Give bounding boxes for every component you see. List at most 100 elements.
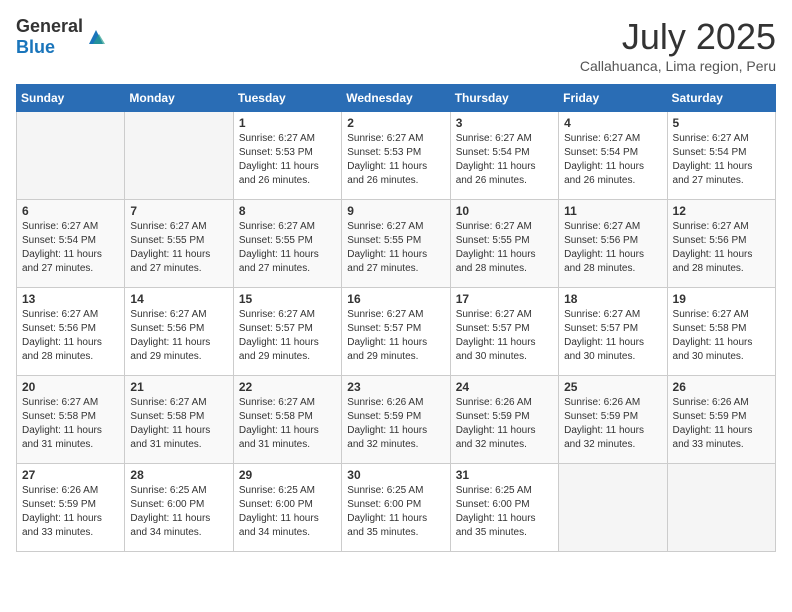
day-header-monday: Monday — [125, 85, 233, 112]
day-info: Sunrise: 6:25 AM Sunset: 6:00 PM Dayligh… — [130, 484, 227, 540]
calendar-cell: 15 Sunrise: 6:27 AM Sunset: 5:57 PM Dayli… — [233, 288, 341, 376]
logo-text: General Blue — [16, 16, 83, 58]
calendar-cell: 4 Sunrise: 6:27 AM Sunset: 5:54 PM Daylig… — [559, 112, 667, 200]
day-info: Sunrise: 6:27 AM Sunset: 5:58 PM Dayligh… — [130, 396, 227, 452]
calendar-week-row: 6 Sunrise: 6:27 AM Sunset: 5:54 PM Daylig… — [17, 200, 776, 288]
day-number: 17 — [456, 292, 553, 306]
calendar-cell: 3 Sunrise: 6:27 AM Sunset: 5:54 PM Daylig… — [450, 112, 558, 200]
calendar-cell — [17, 112, 125, 200]
calendar-cell: 10 Sunrise: 6:27 AM Sunset: 5:55 PM Dayli… — [450, 200, 558, 288]
calendar-week-row: 20 Sunrise: 6:27 AM Sunset: 5:58 PM Dayli… — [17, 376, 776, 464]
calendar-cell: 9Sunrise: 6:27 AM Sunset: 5:55 PM Daylig… — [342, 200, 450, 288]
day-number: 11 — [564, 204, 661, 218]
day-info: Sunrise: 6:27 AM Sunset: 5:56 PM Dayligh… — [673, 220, 770, 276]
calendar-cell: 27 Sunrise: 6:26 AM Sunset: 5:59 PM Dayli… — [17, 464, 125, 552]
calendar-week-row: 27 Sunrise: 6:26 AM Sunset: 5:59 PM Dayli… — [17, 464, 776, 552]
day-info: Sunrise: 6:27 AM Sunset: 5:55 PM Dayligh… — [239, 220, 336, 276]
day-number: 27 — [22, 468, 119, 482]
day-info: Sunrise: 6:27 AM Sunset: 5:58 PM Dayligh… — [673, 308, 770, 364]
day-info: Sunrise: 6:27 AM Sunset: 5:58 PM Dayligh… — [239, 396, 336, 452]
day-number: 9 — [347, 204, 444, 218]
day-number: 4 — [564, 116, 661, 130]
calendar-cell: 5 Sunrise: 6:27 AM Sunset: 5:54 PM Daylig… — [667, 112, 775, 200]
day-info: Sunrise: 6:27 AM Sunset: 5:53 PM Dayligh… — [239, 132, 336, 188]
day-info: Sunrise: 6:26 AM Sunset: 5:59 PM Dayligh… — [347, 396, 444, 452]
day-info: Sunrise: 6:27 AM Sunset: 5:55 PM Dayligh… — [130, 220, 227, 276]
calendar-cell: 26 Sunrise: 6:26 AM Sunset: 5:59 PM Dayli… — [667, 376, 775, 464]
calendar-cell: 23Sunrise: 6:26 AM Sunset: 5:59 PM Dayli… — [342, 376, 450, 464]
calendar-cell: 2 Sunrise: 6:27 AM Sunset: 5:53 PM Daylig… — [342, 112, 450, 200]
page-header: General Blue July 2025 Callahuanca, Lima… — [16, 16, 776, 74]
calendar-cell: 18Sunrise: 6:27 AM Sunset: 5:57 PM Dayli… — [559, 288, 667, 376]
calendar-cell — [125, 112, 233, 200]
logo-icon — [85, 26, 107, 48]
day-number: 19 — [673, 292, 770, 306]
day-info: Sunrise: 6:27 AM Sunset: 5:54 PM Dayligh… — [564, 132, 661, 188]
day-info: Sunrise: 6:27 AM Sunset: 5:57 PM Dayligh… — [347, 308, 444, 364]
day-info: Sunrise: 6:27 AM Sunset: 5:58 PM Dayligh… — [22, 396, 119, 452]
day-info: Sunrise: 6:27 AM Sunset: 5:56 PM Dayligh… — [130, 308, 227, 364]
day-number: 25 — [564, 380, 661, 394]
day-number: 20 — [22, 380, 119, 394]
day-number: 3 — [456, 116, 553, 130]
calendar-cell: 12 Sunrise: 6:27 AM Sunset: 5:56 PM Dayli… — [667, 200, 775, 288]
day-number: 12 — [673, 204, 770, 218]
day-info: Sunrise: 6:26 AM Sunset: 5:59 PM Dayligh… — [673, 396, 770, 452]
title-block: July 2025 Callahuanca, Lima region, Peru — [580, 16, 776, 74]
calendar-cell — [559, 464, 667, 552]
day-info: Sunrise: 6:27 AM Sunset: 5:55 PM Dayligh… — [456, 220, 553, 276]
calendar-cell: 11 Sunrise: 6:27 AM Sunset: 5:56 PM Dayli… — [559, 200, 667, 288]
calendar-cell: 24 Sunrise: 6:26 AM Sunset: 5:59 PM Dayli… — [450, 376, 558, 464]
month-title: July 2025 — [580, 16, 776, 58]
day-info: Sunrise: 6:26 AM Sunset: 5:59 PM Dayligh… — [456, 396, 553, 452]
day-info: Sunrise: 6:27 AM Sunset: 5:57 PM Dayligh… — [239, 308, 336, 364]
day-number: 6 — [22, 204, 119, 218]
day-number: 24 — [456, 380, 553, 394]
calendar-cell: 25Sunrise: 6:26 AM Sunset: 5:59 PM Dayli… — [559, 376, 667, 464]
logo-general: General — [16, 16, 83, 36]
calendar-week-row: 1 Sunrise: 6:27 AM Sunset: 5:53 PM Daylig… — [17, 112, 776, 200]
calendar-cell: 20 Sunrise: 6:27 AM Sunset: 5:58 PM Dayli… — [17, 376, 125, 464]
calendar-cell: 16 Sunrise: 6:27 AM Sunset: 5:57 PM Dayli… — [342, 288, 450, 376]
day-info: Sunrise: 6:27 AM Sunset: 5:57 PM Dayligh… — [456, 308, 553, 364]
day-header-sunday: Sunday — [17, 85, 125, 112]
calendar-cell: 6 Sunrise: 6:27 AM Sunset: 5:54 PM Daylig… — [17, 200, 125, 288]
calendar-cell: 1 Sunrise: 6:27 AM Sunset: 5:53 PM Daylig… — [233, 112, 341, 200]
day-number: 14 — [130, 292, 227, 306]
day-info: Sunrise: 6:25 AM Sunset: 6:00 PM Dayligh… — [456, 484, 553, 540]
logo: General Blue — [16, 16, 107, 58]
location-subtitle: Callahuanca, Lima region, Peru — [580, 58, 776, 74]
day-number: 5 — [673, 116, 770, 130]
day-info: Sunrise: 6:25 AM Sunset: 6:00 PM Dayligh… — [347, 484, 444, 540]
day-header-tuesday: Tuesday — [233, 85, 341, 112]
day-number: 15 — [239, 292, 336, 306]
day-number: 2 — [347, 116, 444, 130]
calendar-cell: 29 Sunrise: 6:25 AM Sunset: 6:00 PM Dayli… — [233, 464, 341, 552]
day-number: 29 — [239, 468, 336, 482]
day-number: 21 — [130, 380, 227, 394]
calendar-cell: 7Sunrise: 6:27 AM Sunset: 5:55 PM Daylig… — [125, 200, 233, 288]
calendar-header-row: SundayMondayTuesdayWednesdayThursdayFrid… — [17, 85, 776, 112]
day-info: Sunrise: 6:27 AM Sunset: 5:54 PM Dayligh… — [673, 132, 770, 188]
day-header-wednesday: Wednesday — [342, 85, 450, 112]
day-header-saturday: Saturday — [667, 85, 775, 112]
day-info: Sunrise: 6:27 AM Sunset: 5:56 PM Dayligh… — [564, 220, 661, 276]
day-number: 31 — [456, 468, 553, 482]
day-number: 16 — [347, 292, 444, 306]
day-info: Sunrise: 6:25 AM Sunset: 6:00 PM Dayligh… — [239, 484, 336, 540]
day-number: 10 — [456, 204, 553, 218]
day-number: 13 — [22, 292, 119, 306]
day-number: 30 — [347, 468, 444, 482]
day-info: Sunrise: 6:27 AM Sunset: 5:56 PM Dayligh… — [22, 308, 119, 364]
day-info: Sunrise: 6:27 AM Sunset: 5:54 PM Dayligh… — [456, 132, 553, 188]
day-info: Sunrise: 6:26 AM Sunset: 5:59 PM Dayligh… — [22, 484, 119, 540]
calendar-cell: 31 Sunrise: 6:25 AM Sunset: 6:00 PM Dayli… — [450, 464, 558, 552]
calendar-cell: 28 Sunrise: 6:25 AM Sunset: 6:00 PM Dayli… — [125, 464, 233, 552]
day-info: Sunrise: 6:27 AM Sunset: 5:53 PM Dayligh… — [347, 132, 444, 188]
day-number: 1 — [239, 116, 336, 130]
day-number: 28 — [130, 468, 227, 482]
day-info: Sunrise: 6:27 AM Sunset: 5:54 PM Dayligh… — [22, 220, 119, 276]
day-header-friday: Friday — [559, 85, 667, 112]
logo-blue: Blue — [16, 37, 55, 57]
day-number: 26 — [673, 380, 770, 394]
